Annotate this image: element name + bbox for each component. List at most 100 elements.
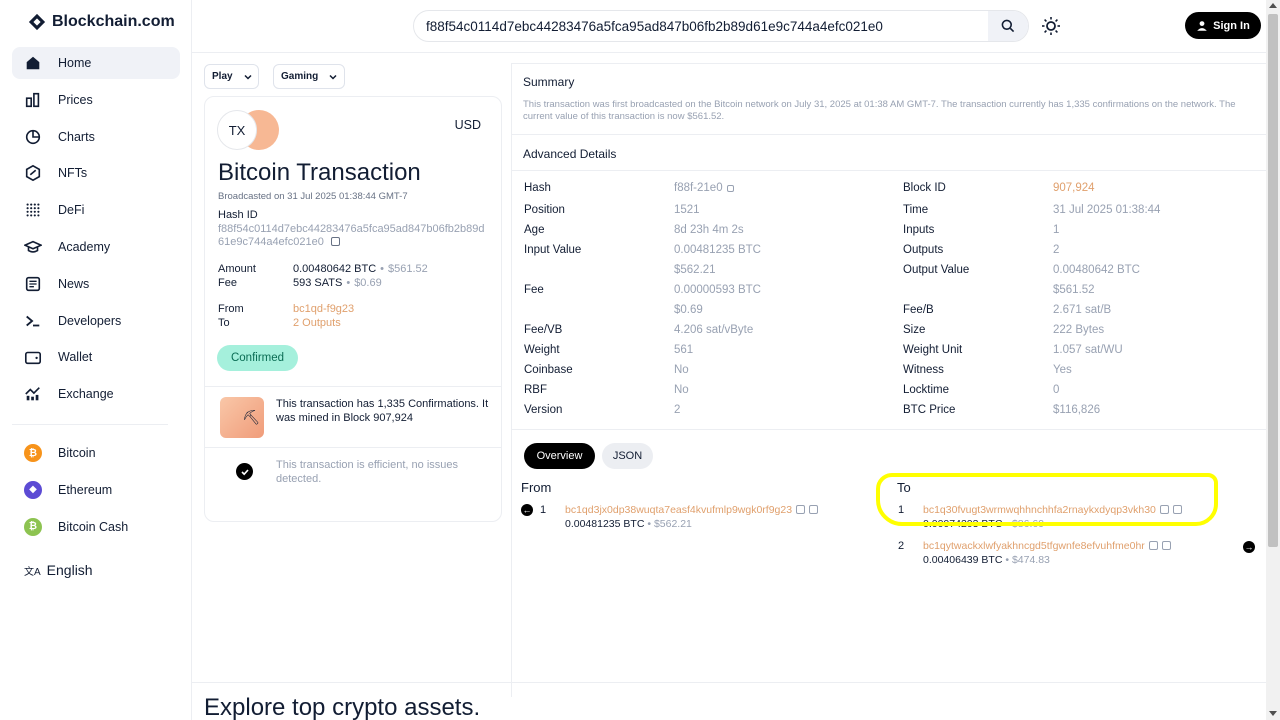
highlight-annotation: [876, 473, 1218, 526]
sidebar-item-home[interactable]: Home: [12, 47, 180, 79]
currency-toggle[interactable]: USD: [455, 118, 481, 132]
news-icon: [24, 275, 42, 293]
detail-value: 4.206 sat/vByte: [674, 324, 754, 336]
from-address-link[interactable]: bc1qd-f9g23: [293, 303, 354, 315]
sidebar-item-label: Prices: [58, 92, 93, 107]
from-row: From bc1qd-f9g23: [218, 303, 354, 315]
section-divider: [512, 170, 1266, 171]
detail-value: 0.00000593 BTC: [674, 284, 761, 296]
amount-unit: BTC: [981, 554, 1003, 566]
detail-key: Witness: [903, 364, 944, 376]
sidebar-nav: Home Prices Charts NFTs DeFi Academy New…: [12, 47, 180, 415]
home-icon: [24, 54, 42, 72]
detail-value: 31 Jul 2025 01:38:44: [1053, 204, 1161, 216]
arrow-right-icon[interactable]: →: [1243, 541, 1255, 553]
qr-icon[interactable]: [1161, 541, 1171, 550]
theme-toggle-sun-icon[interactable]: [1041, 16, 1061, 36]
detail-value: 2.671 sat/B: [1053, 304, 1112, 316]
qr-icon[interactable]: [809, 505, 819, 514]
brand-logo[interactable]: Blockchain.com: [28, 13, 175, 31]
page-title: Bitcoin Transaction: [218, 159, 421, 186]
from-title: From: [521, 480, 552, 495]
sidebar-item-news[interactable]: News: [12, 268, 180, 300]
detail-value: 0: [1053, 384, 1060, 396]
search-input[interactable]: [414, 11, 984, 41]
output-address-link[interactable]: bc1qytwackxlwfyakhncgd5tfgwnfe8efvuhfme0…: [923, 540, 1145, 552]
gaming-label: Gaming: [281, 71, 319, 82]
input-address-row: bc1qd3jx0dp38wuqta7easf4kvufmlp9wgk0rf9g…: [565, 504, 819, 516]
detail-value: 1: [1053, 224, 1060, 236]
search-button[interactable]: [988, 11, 1028, 41]
to-label: To: [218, 317, 230, 329]
coin-label: Ethereum: [58, 482, 113, 497]
coin-list: ₿ Bitcoin ◆ Ethereum ₿ Bitcoin Cash: [12, 437, 180, 547]
bitcoin-icon: ₿: [24, 444, 42, 462]
arrow-left-icon[interactable]: ←: [521, 504, 533, 516]
pickaxe-icon: ⛏: [220, 397, 264, 438]
language-selector[interactable]: 文A English: [24, 562, 93, 578]
sidebar-item-label: Charts: [58, 129, 95, 144]
detail-value: No: [674, 364, 689, 376]
sidebar-item-academy[interactable]: Academy: [12, 231, 180, 263]
sidebar-item-ethereum[interactable]: ◆ Ethereum: [12, 474, 180, 506]
sidebar-item-developers[interactable]: Developers: [12, 305, 180, 337]
output-address-row: bc1qytwackxlwfyakhncgd5tfgwnfe8efvuhfme0…: [923, 540, 1171, 552]
detail-key: Input Value: [524, 244, 582, 256]
language-label: English: [46, 562, 93, 578]
coin-label: Bitcoin Cash: [58, 519, 129, 534]
sidebar-item-bitcoin-cash[interactable]: ₿ Bitcoin Cash: [12, 511, 180, 543]
tab-overview[interactable]: Overview: [524, 443, 595, 469]
tab-json[interactable]: JSON: [602, 443, 653, 469]
to-outputs-link[interactable]: 2 Outputs: [293, 317, 341, 329]
detail-key: Weight Unit: [903, 344, 963, 356]
copy-icon[interactable]: [330, 237, 340, 246]
bitcoin-cash-icon: ₿: [24, 517, 42, 536]
sidebar-item-prices[interactable]: Prices: [12, 84, 180, 116]
sign-in-button[interactable]: Sign In: [1185, 12, 1261, 39]
sidebar-item-bitcoin[interactable]: ₿ Bitcoin: [12, 437, 180, 469]
block-id-link[interactable]: 907,924: [1053, 182, 1095, 194]
detail-value: 2: [1053, 244, 1060, 256]
brand-name: Blockchain.com: [52, 13, 175, 30]
input-address-link[interactable]: bc1qd3jx0dp38wuqta7easf4kvufmlp9wgk0rf9g…: [565, 504, 792, 516]
amount-usd: $561.52: [388, 263, 428, 275]
detail-key: Weight: [524, 344, 560, 356]
sidebar-item-nfts[interactable]: NFTs: [12, 157, 180, 189]
exchange-icon: [24, 385, 42, 403]
sidebar-item-label: Exchange: [58, 387, 114, 402]
developers-icon: [24, 312, 42, 330]
from-label: From: [218, 303, 244, 315]
chevron-down-icon: [329, 74, 337, 80]
play-dropdown[interactable]: Play: [204, 64, 259, 89]
scroll-up-arrow-icon[interactable]: [1269, 3, 1277, 8]
detail-key: Fee/B: [903, 304, 934, 316]
page-scrollbar[interactable]: [1266, 0, 1280, 720]
sign-in-label: Sign In: [1213, 19, 1250, 32]
input-amount: 0.00481235 BTC • $562.21: [565, 518, 692, 530]
transaction-card: TX USD Bitcoin Transaction Broadcasted o…: [204, 96, 502, 522]
sidebar-item-charts[interactable]: Charts: [12, 121, 180, 153]
copy-icon[interactable]: [1148, 541, 1158, 550]
ethereum-icon: ◆: [24, 480, 42, 499]
copy-icon[interactable]: [796, 505, 806, 514]
output-amount: 0.00406439 BTC • $474.83: [923, 554, 1050, 566]
copy-icon[interactable]: [726, 185, 734, 192]
sidebar-item-defi[interactable]: DeFi: [12, 194, 180, 226]
detail-key: Fee: [524, 284, 544, 296]
output-index: 2: [898, 540, 905, 552]
fee-usd: $0.69: [354, 277, 382, 289]
detail-value: 2: [674, 404, 681, 416]
scrollbar-thumb[interactable]: [1268, 14, 1278, 547]
detail-key: Version: [524, 404, 563, 416]
hash-short: f88f-21e0: [674, 182, 723, 194]
detail-value: Yes: [1053, 364, 1072, 376]
detail-value: 8d 23h 4m 2s: [674, 224, 744, 236]
sidebar-item-wallet[interactable]: Wallet: [12, 341, 180, 373]
detail-key: Size: [903, 324, 926, 336]
summary-text: This transaction was first broadcasted o…: [523, 99, 1236, 122]
sidebar-item-label: Developers: [58, 313, 122, 328]
scroll-down-arrow-icon[interactable]: [1269, 711, 1277, 716]
tx-badge: TX: [217, 110, 257, 150]
sidebar-item-exchange[interactable]: Exchange: [12, 378, 180, 410]
gaming-dropdown[interactable]: Gaming: [273, 64, 345, 89]
